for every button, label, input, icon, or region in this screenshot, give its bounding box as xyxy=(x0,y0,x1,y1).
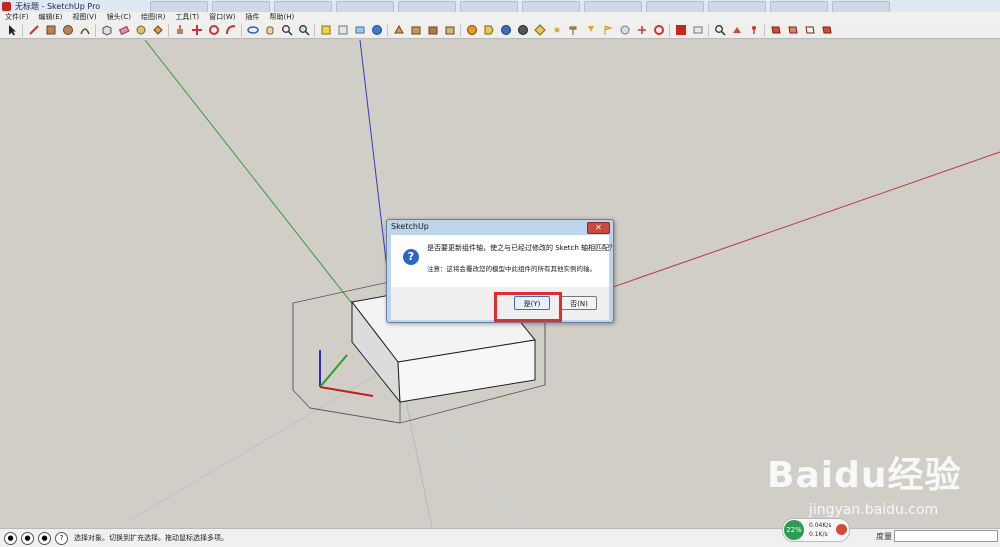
plugin-dot-icon[interactable] xyxy=(550,23,564,37)
share-model-icon[interactable] xyxy=(392,23,406,37)
toolbar-separator xyxy=(669,23,670,37)
taskbar-strip xyxy=(150,0,1000,13)
menu-window[interactable]: 窗口(W) xyxy=(204,12,240,22)
menu-plugins[interactable]: 插件 xyxy=(240,12,264,22)
gizmo-red-axis xyxy=(319,386,374,397)
menu-help[interactable]: 帮助(H) xyxy=(264,12,299,22)
globe-icon[interactable] xyxy=(370,23,384,37)
user-icon[interactable]: ● xyxy=(38,531,51,545)
section-plane-icon[interactable] xyxy=(730,23,744,37)
select-arrow-icon[interactable] xyxy=(5,23,19,37)
plugin-ring-icon[interactable] xyxy=(652,23,666,37)
zoom-icon[interactable] xyxy=(280,23,294,37)
orbit-icon[interactable] xyxy=(246,23,260,37)
push-pull-icon[interactable] xyxy=(173,23,187,37)
zoom-window-icon[interactable] xyxy=(713,23,727,37)
layers-icon[interactable] xyxy=(691,23,705,37)
plugin-r-icon[interactable] xyxy=(499,23,513,37)
toolbar-separator xyxy=(241,23,242,37)
red-axis-dotted xyxy=(129,361,399,521)
geo-location-icon[interactable]: ● xyxy=(4,531,17,545)
menu-file[interactable]: 文件(F) xyxy=(0,12,34,22)
toolbar-separator xyxy=(387,23,388,37)
make-component-icon[interactable] xyxy=(100,23,114,37)
style-icon[interactable] xyxy=(820,23,834,37)
window-title: 无标题 - SketchUp Pro xyxy=(15,1,101,11)
menu-edit[interactable]: 编辑(E) xyxy=(34,12,68,22)
share-component-icon[interactable] xyxy=(426,23,440,37)
extension-warehouse-icon[interactable] xyxy=(443,23,457,37)
toolbar-separator xyxy=(708,23,709,37)
photo-textures-icon[interactable] xyxy=(353,23,367,37)
plugin-m-icon[interactable] xyxy=(465,23,479,37)
plugin-sphere-icon[interactable] xyxy=(618,23,632,37)
status-bar: ● ● ● ? 选择对象。切换到扩充选择。拖动鼠标选择多项。 xyxy=(0,528,1000,547)
watermark-url: jingyan.baidu.com xyxy=(809,502,939,518)
toolbar-separator xyxy=(764,23,765,37)
status-hint: 选择对象。切换到扩充选择。拖动鼠标选择多项。 xyxy=(74,534,228,542)
rectangle-icon[interactable] xyxy=(44,23,58,37)
move-icon[interactable] xyxy=(190,23,204,37)
menu-draw[interactable]: 绘图(R) xyxy=(136,12,170,22)
watermark-logo-text: Baidu经验 xyxy=(767,455,962,496)
no-button[interactable]: 否(N) xyxy=(561,296,597,310)
eraser-icon[interactable] xyxy=(117,23,131,37)
shadow-icon[interactable] xyxy=(769,23,783,37)
download-speed: 0.1K/s xyxy=(809,531,828,538)
toggle-terrain-icon[interactable] xyxy=(336,23,350,37)
add-location-icon[interactable] xyxy=(319,23,333,37)
toolbar-separator xyxy=(168,23,169,37)
yes-button-highlight xyxy=(494,292,562,322)
menu-bar: 文件(F) 编辑(E) 视图(V) 镜头(C) 绘图(R) 工具(T) 窗口(W… xyxy=(0,12,1000,22)
sketchup-app-icon xyxy=(2,1,11,11)
tape-measure-icon[interactable] xyxy=(134,23,148,37)
question-icon: ? xyxy=(403,249,419,265)
plugin-diamond-icon[interactable] xyxy=(533,23,547,37)
arc-icon[interactable] xyxy=(78,23,92,37)
su-badge-icon[interactable] xyxy=(674,23,688,37)
pan-hand-icon[interactable] xyxy=(263,23,277,37)
zoom-extents-icon[interactable] xyxy=(297,23,311,37)
plugin-tag-icon[interactable] xyxy=(482,23,496,37)
baidu-watermark: Baidu经验 jingyan.baidu.com xyxy=(765,446,1000,526)
close-icon[interactable]: ✕ xyxy=(587,222,610,234)
menu-camera[interactable]: 镜头(C) xyxy=(102,12,136,22)
dialog-body: ? 是否要更新组件轴，使之与已经过修改的 Sketch 轴相匹配？ 注意：这将会… xyxy=(391,235,616,287)
credits-icon[interactable]: ● xyxy=(21,531,34,545)
help-icon[interactable]: ? xyxy=(55,531,68,545)
toolbar-separator xyxy=(314,23,315,37)
plugin-pin-icon[interactable] xyxy=(584,23,598,37)
rotate-icon[interactable] xyxy=(207,23,221,37)
measurements-input[interactable] xyxy=(894,530,998,542)
toolbar-separator xyxy=(460,23,461,37)
gizmo-green-axis xyxy=(319,354,348,388)
toolbar-separator xyxy=(22,23,23,37)
texture-icon[interactable] xyxy=(803,23,817,37)
paint-bucket-icon[interactable] xyxy=(151,23,165,37)
plugin-hammer-icon[interactable] xyxy=(567,23,581,37)
main-toolbar xyxy=(0,22,1000,39)
plugin-power-icon[interactable] xyxy=(516,23,530,37)
pencil-icon[interactable] xyxy=(27,23,41,37)
fog-icon[interactable] xyxy=(786,23,800,37)
measurements-label: 度量 xyxy=(876,532,892,541)
menu-view[interactable]: 视图(V) xyxy=(67,12,101,22)
dialog-note: 注意：这将会覆改您的模型中此组件的所有其他实例的轴。 xyxy=(427,265,596,273)
toolbar-separator xyxy=(95,23,96,37)
circle-icon[interactable] xyxy=(61,23,75,37)
get-models-icon[interactable] xyxy=(409,23,423,37)
plugin-flag-icon[interactable] xyxy=(601,23,615,37)
follow-me-icon[interactable] xyxy=(224,23,238,37)
plugin-cross-icon[interactable] xyxy=(635,23,649,37)
dialog-title: SketchUp xyxy=(391,222,429,231)
dialog-message: 是否要更新组件轴，使之与已经过修改的 Sketch 轴相匹配？ xyxy=(427,244,617,252)
walk-icon[interactable] xyxy=(747,23,761,37)
menu-tools[interactable]: 工具(T) xyxy=(170,12,204,22)
